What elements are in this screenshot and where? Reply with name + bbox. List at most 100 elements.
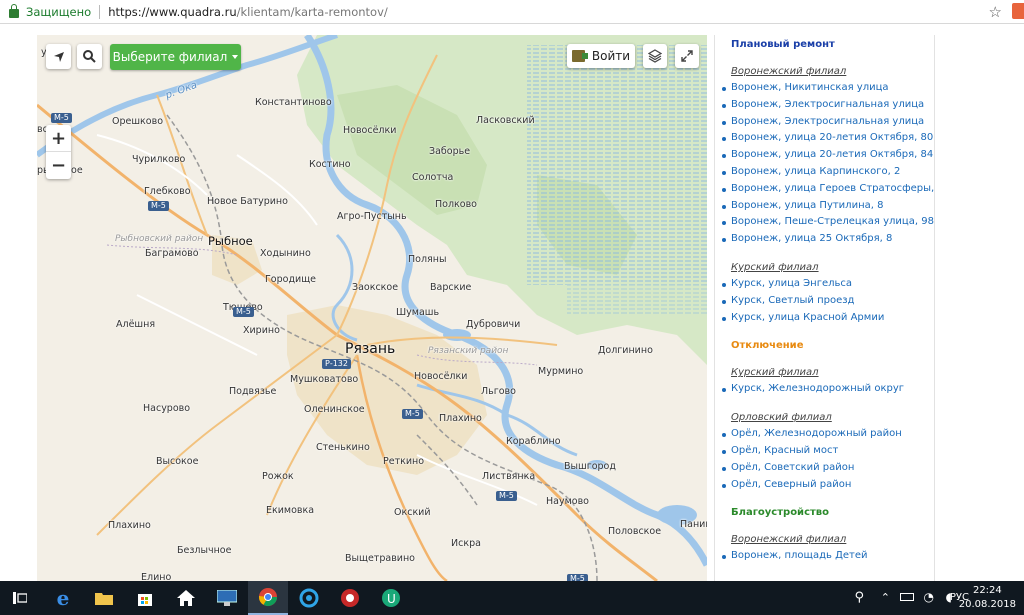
- address-link[interactable]: Воронеж, улица 20-летия Октября, 84: [722, 147, 934, 164]
- map-search-button[interactable]: [77, 44, 102, 69]
- label-murmino: Мурмино: [538, 366, 584, 377]
- address-link[interactable]: Орёл, Советский район: [722, 460, 934, 477]
- fullscreen-button[interactable]: [675, 44, 699, 68]
- browser-address-bar[interactable]: Защищено https://www.quadra.ru/klientam/…: [0, 0, 1024, 24]
- address-link[interactable]: Воронеж, улица Путилина, 8: [722, 198, 934, 215]
- address-link[interactable]: Воронеж, улица 20-летия Октября, 80: [722, 130, 934, 147]
- filial-heading: Орловский филиал: [731, 412, 832, 424]
- login-button[interactable]: Войти: [567, 44, 635, 68]
- address-link[interactable]: Воронеж, площадь Детей: [722, 548, 934, 565]
- label-plakhino-west: Плахино: [108, 520, 151, 531]
- edge-icon: e: [56, 586, 70, 610]
- task-view-icon: [13, 592, 27, 604]
- label-rybnovsky-district: Рыбновский район: [115, 234, 204, 244]
- clock-time: 22:24: [972, 585, 1002, 596]
- repair-map[interactable]: р. Ока ук Константиново водск Орешково Н…: [37, 35, 707, 581]
- label-hodyninino: Ходынино: [260, 248, 311, 259]
- label-novoselki-south: Новосёлки: [414, 371, 468, 382]
- address-link[interactable]: Орёл, Красный мост: [722, 443, 934, 460]
- address-link[interactable]: Воронеж, улица 25 Октября, 8: [722, 231, 934, 248]
- address-link[interactable]: Воронеж, Никитинская улица: [722, 80, 934, 97]
- address-link[interactable]: Орёл, Железнодорожный район: [722, 426, 934, 443]
- zoom-out-button[interactable]: −: [46, 152, 71, 179]
- home-button[interactable]: [166, 581, 206, 615]
- chrome-icon: [259, 588, 277, 607]
- lock-icon: [9, 4, 19, 18]
- system-clock[interactable]: 22:24 20.08.2018: [959, 584, 1016, 612]
- app-red-button[interactable]: [330, 581, 370, 615]
- sync-icon: [299, 588, 319, 608]
- network-icon[interactable]: ◔: [924, 590, 934, 604]
- caret-down-icon: [232, 55, 239, 59]
- address-link[interactable]: Воронеж, улица Героев Стратосферы, 9: [722, 181, 934, 198]
- filial-heading: Курский филиал: [731, 261, 819, 273]
- red-app-icon: [341, 589, 359, 607]
- label-gorodishche: Городище: [265, 274, 316, 285]
- address-link[interactable]: Воронеж, Электросигнальная улица: [722, 114, 934, 131]
- folder-icon: [95, 593, 113, 605]
- chevron-up-icon[interactable]: ⌃: [881, 591, 890, 604]
- url-host: https://www.quadra.ru: [108, 4, 237, 19]
- label-glebkovo: Глебково: [144, 186, 191, 197]
- label-podvyazye: Подвязье: [229, 386, 277, 397]
- bookmark-star-icon[interactable]: ☆: [989, 3, 1002, 21]
- label-zaokskoe: Заокское: [352, 282, 399, 293]
- address-link[interactable]: Курск, Железнодорожный округ: [722, 381, 934, 398]
- label-agro-pustyn: Агро-Пустынь: [337, 211, 407, 222]
- label-vyshgorod: Вышгород: [564, 461, 616, 472]
- address-link[interactable]: Курск, улица Красной Армии: [722, 310, 934, 327]
- geolocation-button[interactable]: [46, 44, 71, 69]
- address-link[interactable]: Воронеж, Пеше-Стрелецкая улица, 98: [722, 214, 934, 231]
- filial-heading: Воронежский филиал: [731, 534, 847, 546]
- search-icon: [83, 50, 96, 63]
- road-shield-m5: М-5: [148, 201, 169, 211]
- map-layers-button[interactable]: [643, 44, 667, 68]
- label-stenkino: Стенькино: [316, 442, 370, 453]
- label-vysokoe: Высокое: [156, 456, 199, 467]
- label-ryazansky-district: Рязанский район: [428, 346, 509, 356]
- address-link[interactable]: Орёл, Северный район: [722, 477, 934, 494]
- zoom-control: + −: [46, 125, 71, 179]
- address-list: Курск, Железнодорожный округ: [722, 381, 934, 398]
- divider: [99, 4, 101, 19]
- address-link[interactable]: Воронеж, Электросигнальная улица: [722, 97, 934, 114]
- label-listvyanka: Листвянка: [482, 471, 536, 482]
- address-list: Орёл, Железнодорожный район Орёл, Красный…: [722, 426, 934, 494]
- home-icon: [177, 590, 195, 606]
- label-oreshkovo: Орешково: [112, 116, 164, 127]
- url-path: /klientam/karta-remontov/: [236, 4, 388, 19]
- label-rozhok: Рожок: [262, 471, 294, 482]
- remote-desktop-button[interactable]: [207, 581, 247, 615]
- task-view-button[interactable]: [0, 581, 40, 615]
- locate-arrow-icon: [53, 51, 64, 62]
- label-khirino: Хирино: [243, 325, 280, 336]
- road-shield-m5: М-5: [496, 491, 517, 501]
- address-list: Воронеж, площадь Детей: [722, 548, 934, 565]
- battery-icon[interactable]: [900, 593, 914, 601]
- address-link[interactable]: Воронеж, улица Карпинского, 2: [722, 164, 934, 181]
- app-green-button[interactable]: U: [371, 581, 411, 615]
- label-rybnoe: Рыбное: [208, 234, 253, 248]
- zoom-in-button[interactable]: +: [46, 125, 71, 152]
- extension-icon[interactable]: [1012, 3, 1024, 19]
- chrome-button[interactable]: [248, 581, 288, 615]
- people-icon[interactable]: ⚲: [854, 590, 864, 605]
- label-korablino: Кораблино: [506, 436, 561, 447]
- url-text[interactable]: https://www.quadra.ru/klientam/karta-rem…: [108, 5, 388, 19]
- label-dolginino: Долгинино: [598, 345, 653, 356]
- label-plakhino: Плахино: [439, 413, 482, 424]
- address-link[interactable]: Курск, улица Энгельса: [722, 276, 934, 293]
- expand-icon: [681, 50, 693, 62]
- secure-label: Защищено: [26, 4, 92, 19]
- label-solotcha: Солотча: [412, 172, 454, 183]
- address-link[interactable]: Курск, Светлый проезд: [722, 293, 934, 310]
- label-bezlychnoe: Безлычное: [177, 545, 232, 556]
- app-blue-button[interactable]: [289, 581, 329, 615]
- file-explorer-button[interactable]: [84, 581, 124, 615]
- label-polkovo: Полково: [435, 199, 477, 210]
- choose-branch-dropdown[interactable]: Выберите филиал: [110, 44, 241, 70]
- store-button[interactable]: [125, 581, 165, 615]
- label-okskiy: Окский: [394, 507, 431, 518]
- label-vyshetravino: Выщетравино: [345, 553, 415, 564]
- edge-button[interactable]: e: [43, 581, 83, 615]
